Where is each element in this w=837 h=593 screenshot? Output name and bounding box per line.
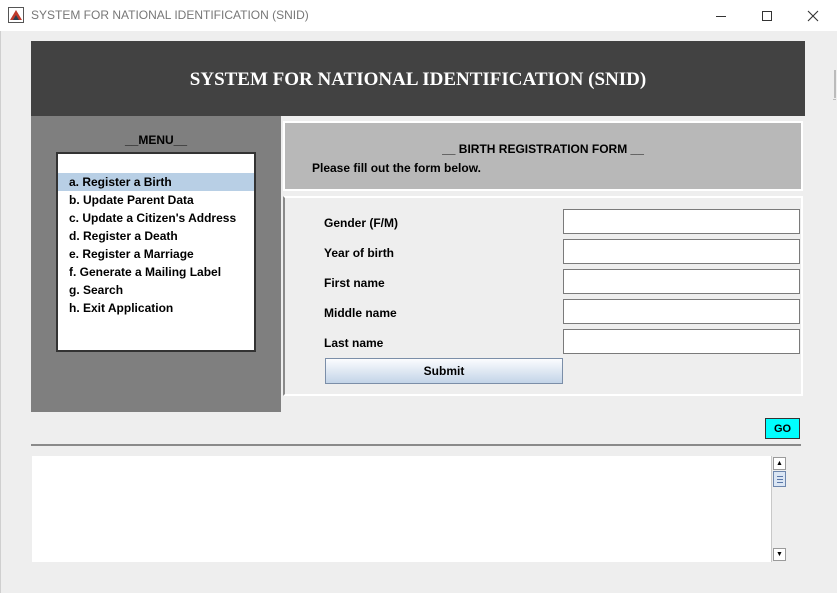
close-button[interactable] [790,0,836,31]
menu-item-update-parent-data[interactable]: b. Update Parent Data [58,191,254,209]
menu-list[interactable]: a. Register a Birth b. Update Parent Dat… [56,152,256,352]
form-header: __ BIRTH REGISTRATION FORM __ Please fil… [283,121,803,191]
menu-item-register-death[interactable]: d. Register a Death [58,227,254,245]
window-edge-marks [833,70,836,100]
menu-item-search[interactable]: g. Search [58,281,254,299]
form-subtitle: Please fill out the form below. [312,161,481,175]
scroll-down-icon[interactable]: ▼ [773,548,786,561]
header-title: SYSTEM FOR NATIONAL IDENTIFICATION (SNID… [189,69,647,90]
minimize-icon [716,15,726,17]
last-name-label: Last name [324,336,384,350]
menu-item-register-marriage[interactable]: e. Register a Marriage [58,245,254,263]
output-textarea[interactable] [32,456,772,562]
app-header: SYSTEM FOR NATIONAL IDENTIFICATION (SNID… [31,41,805,116]
first-name-field[interactable] [563,269,800,294]
output-scrollbar[interactable]: ▲ ▼ [771,456,787,562]
scroll-up-icon[interactable]: ▲ [773,457,786,470]
birth-registration-form: Gender (F/M) Year of birth First name Mi… [283,196,803,396]
window-title: SYSTEM FOR NATIONAL IDENTIFICATION (SNID… [31,8,309,22]
maximize-icon [762,10,772,21]
menu-item-update-citizen-address[interactable]: c. Update a Citizen's Address [58,209,254,227]
scroll-thumb[interactable] [773,471,786,487]
form-title: __ BIRTH REGISTRATION FORM __ [442,142,644,156]
middle-name-field[interactable] [563,299,800,324]
gender-label: Gender (F/M) [324,216,398,230]
first-name-label: First name [324,276,385,290]
minimize-button[interactable] [698,0,744,31]
year-of-birth-label: Year of birth [324,246,395,260]
menu-title: __MENU__ [124,133,188,147]
menu-item-register-birth[interactable]: a. Register a Birth [58,173,254,191]
menu-item-generate-mailing-label[interactable]: f. Generate a Mailing Label [58,263,254,281]
window-titlebar[interactable]: SYSTEM FOR NATIONAL IDENTIFICATION (SNID… [0,0,837,32]
maximize-button[interactable] [744,0,790,31]
app-icon [8,7,24,23]
year-of-birth-field[interactable] [563,239,800,264]
gender-field[interactable] [563,209,800,234]
close-icon [807,10,819,21]
last-name-field[interactable] [563,329,800,354]
menu-item-exit-application[interactable]: h. Exit Application [58,299,254,317]
divider [31,444,801,446]
menu-panel: __MENU__ a. Register a Birth b. Update P… [31,116,281,412]
go-button[interactable]: GO [765,418,800,439]
submit-button[interactable]: Submit [325,358,563,384]
middle-name-label: Middle name [324,306,397,320]
